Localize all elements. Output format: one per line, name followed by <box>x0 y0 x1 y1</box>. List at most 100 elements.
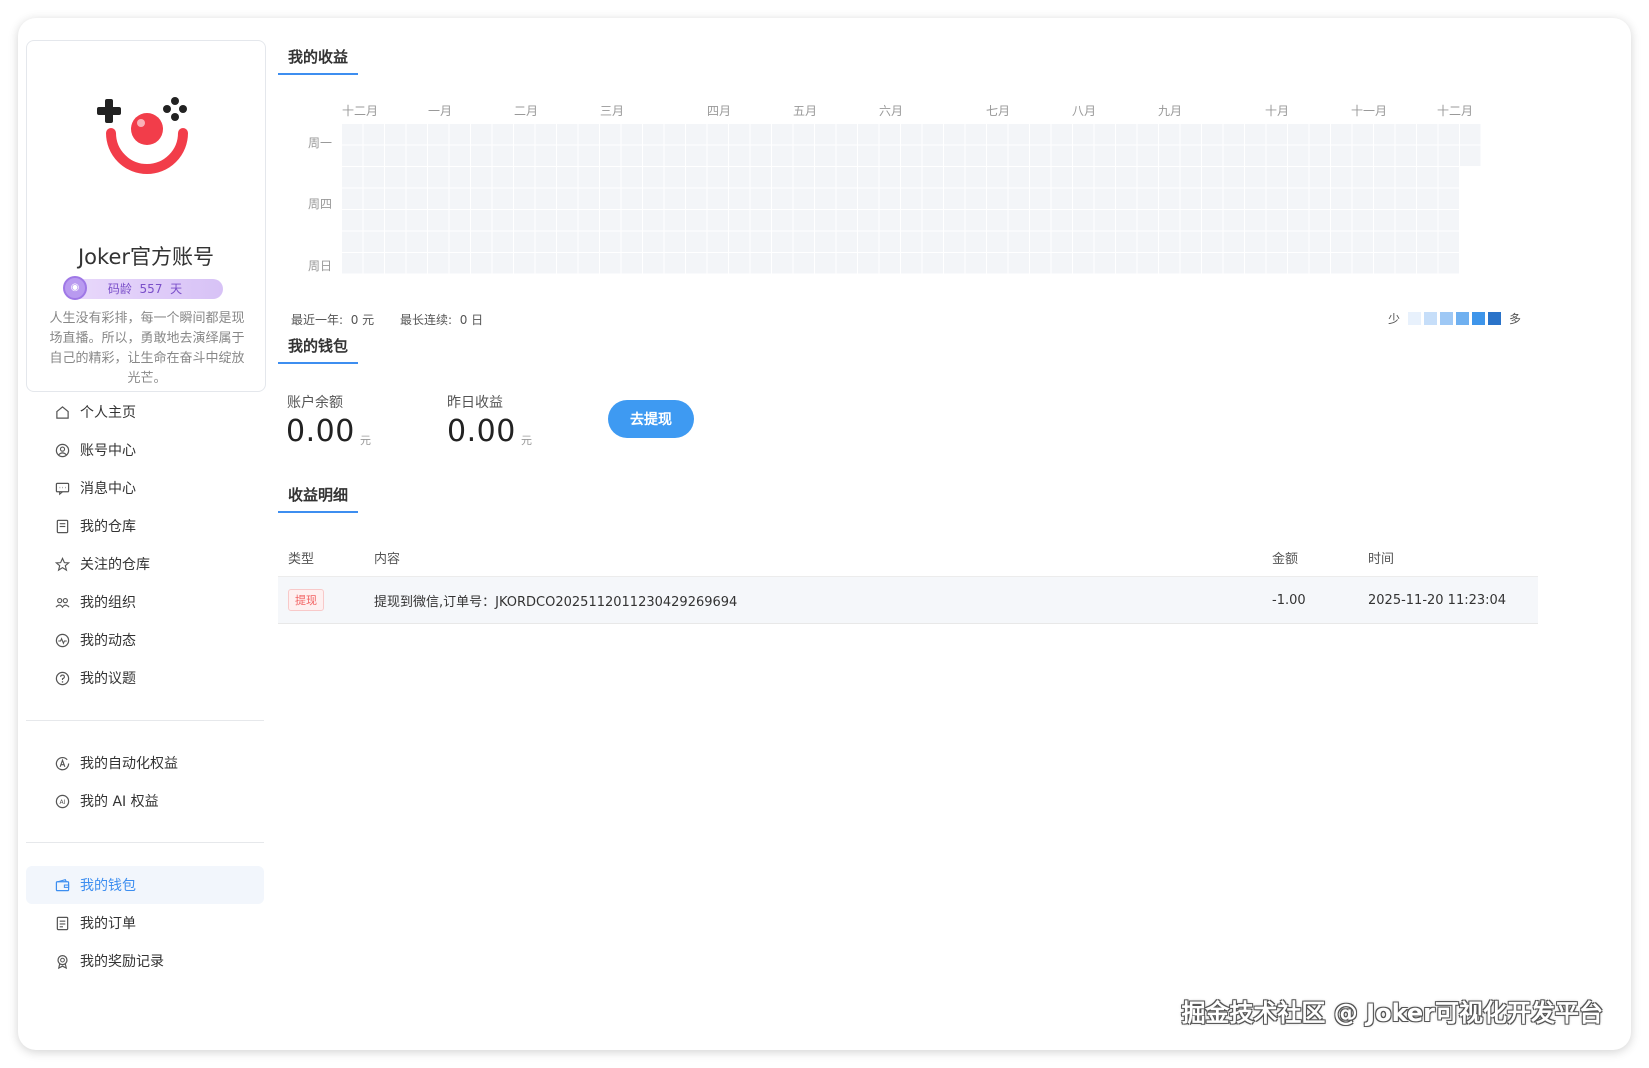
heatmap-cell[interactable] <box>815 124 836 145</box>
sidebar-item-issues[interactable]: 我的议题 <box>26 659 264 697</box>
heatmap-cell[interactable] <box>1417 231 1438 253</box>
heatmap-cell[interactable] <box>1202 188 1223 210</box>
heatmap-cell[interactable] <box>1438 210 1460 231</box>
heatmap-cell[interactable] <box>987 210 1008 231</box>
heatmap-cell[interactable] <box>879 210 901 231</box>
heatmap-cell[interactable] <box>944 231 965 253</box>
heatmap-cell[interactable] <box>342 124 363 145</box>
heatmap-cell[interactable] <box>1094 231 1116 253</box>
heatmap-cell[interactable] <box>428 124 449 145</box>
heatmap-cell[interactable] <box>1266 253 1288 274</box>
heatmap-cell[interactable] <box>1438 124 1460 145</box>
heatmap-cell[interactable] <box>1288 210 1309 231</box>
heatmap-cell[interactable] <box>557 145 578 167</box>
heatmap-cell[interactable] <box>944 167 965 188</box>
heatmap-cell[interactable] <box>1245 124 1266 145</box>
heatmap-cell[interactable] <box>879 124 901 145</box>
heatmap-cell[interactable] <box>1073 124 1094 145</box>
heatmap-cell[interactable] <box>1331 167 1352 188</box>
heatmap-cell[interactable] <box>1137 145 1159 167</box>
heatmap-cell[interactable] <box>578 167 600 188</box>
heatmap-cell[interactable] <box>1395 253 1417 274</box>
sidebar-item-rewards[interactable]: 我的奖励记录 <box>26 942 264 980</box>
heatmap-cell[interactable] <box>901 167 922 188</box>
heatmap-cell[interactable] <box>1159 231 1180 253</box>
heatmap-cell[interactable] <box>1008 253 1030 274</box>
heatmap-cell[interactable] <box>729 124 750 145</box>
heatmap-cell[interactable] <box>1223 145 1245 167</box>
heatmap-cell[interactable] <box>1073 167 1094 188</box>
heatmap-cell[interactable] <box>578 253 600 274</box>
heatmap-cell[interactable] <box>1374 145 1395 167</box>
heatmap-cell[interactable] <box>793 167 815 188</box>
sidebar-item-account[interactable]: 账号中心 <box>26 431 264 469</box>
heatmap-cell[interactable] <box>406 124 428 145</box>
heatmap-cell[interactable] <box>1223 253 1245 274</box>
heatmap-cell[interactable] <box>385 145 406 167</box>
heatmap-cell[interactable] <box>1223 124 1245 145</box>
heatmap-cell[interactable] <box>1266 167 1288 188</box>
heatmap-cell[interactable] <box>858 167 879 188</box>
heatmap-cell[interactable] <box>664 210 686 231</box>
heatmap-cell[interactable] <box>449 145 471 167</box>
heatmap-cell[interactable] <box>449 188 471 210</box>
heatmap-cell[interactable] <box>1352 253 1374 274</box>
heatmap-cell[interactable] <box>793 253 815 274</box>
heatmap-cell[interactable] <box>578 188 600 210</box>
heatmap-cell[interactable] <box>965 231 987 253</box>
heatmap-cell[interactable] <box>1438 167 1460 188</box>
heatmap-cell[interactable] <box>750 124 772 145</box>
heatmap-cell[interactable] <box>406 145 428 167</box>
heatmap-cell[interactable] <box>1030 253 1051 274</box>
heatmap-cell[interactable] <box>1266 231 1288 253</box>
heatmap-cell[interactable] <box>1352 210 1374 231</box>
heatmap-cell[interactable] <box>707 253 729 274</box>
heatmap-cell[interactable] <box>535 124 557 145</box>
heatmap-cell[interactable] <box>557 124 578 145</box>
heatmap-cell[interactable] <box>922 188 944 210</box>
heatmap-cell[interactable] <box>922 210 944 231</box>
heatmap-cell[interactable] <box>1051 210 1073 231</box>
heatmap-cell[interactable] <box>1374 167 1395 188</box>
heatmap-cell[interactable] <box>1417 210 1438 231</box>
heatmap-cell[interactable] <box>514 253 535 274</box>
heatmap-cell[interactable] <box>707 145 729 167</box>
heatmap-cell[interactable] <box>1030 188 1051 210</box>
heatmap-cell[interactable] <box>793 188 815 210</box>
heatmap-cell[interactable] <box>1159 210 1180 231</box>
heatmap-cell[interactable] <box>471 124 492 145</box>
heatmap-cell[interactable] <box>879 231 901 253</box>
heatmap-cell[interactable] <box>600 145 621 167</box>
heatmap-cell[interactable] <box>836 188 858 210</box>
heatmap-cell[interactable] <box>557 167 578 188</box>
heatmap-cell[interactable] <box>1374 124 1395 145</box>
heatmap-cell[interactable] <box>1116 167 1137 188</box>
heatmap-cell[interactable] <box>1395 231 1417 253</box>
heatmap-cell[interactable] <box>1008 231 1030 253</box>
heatmap-cell[interactable] <box>1288 253 1309 274</box>
heatmap-cell[interactable] <box>557 210 578 231</box>
heatmap-cell[interactable] <box>535 188 557 210</box>
heatmap-cell[interactable] <box>1137 124 1159 145</box>
heatmap-cell[interactable] <box>471 231 492 253</box>
heatmap-cell[interactable] <box>750 231 772 253</box>
heatmap-cell[interactable] <box>1180 253 1202 274</box>
heatmap-cell[interactable] <box>922 253 944 274</box>
heatmap-cell[interactable] <box>363 124 385 145</box>
heatmap-cell[interactable] <box>1331 253 1352 274</box>
heatmap-cell[interactable] <box>686 253 707 274</box>
heatmap-cell[interactable] <box>471 210 492 231</box>
heatmap-cell[interactable] <box>1030 231 1051 253</box>
heatmap-cell[interactable] <box>793 145 815 167</box>
heatmap-cell[interactable] <box>922 124 944 145</box>
heatmap-cell[interactable] <box>879 167 901 188</box>
heatmap-cell[interactable] <box>772 145 793 167</box>
heatmap-cell[interactable] <box>1266 124 1288 145</box>
heatmap-cell[interactable] <box>406 188 428 210</box>
heatmap-cell[interactable] <box>342 231 363 253</box>
heatmap-cell[interactable] <box>1094 124 1116 145</box>
heatmap-cell[interactable] <box>965 167 987 188</box>
heatmap-cell[interactable] <box>901 145 922 167</box>
heatmap-cell[interactable] <box>342 210 363 231</box>
heatmap-cell[interactable] <box>1180 231 1202 253</box>
